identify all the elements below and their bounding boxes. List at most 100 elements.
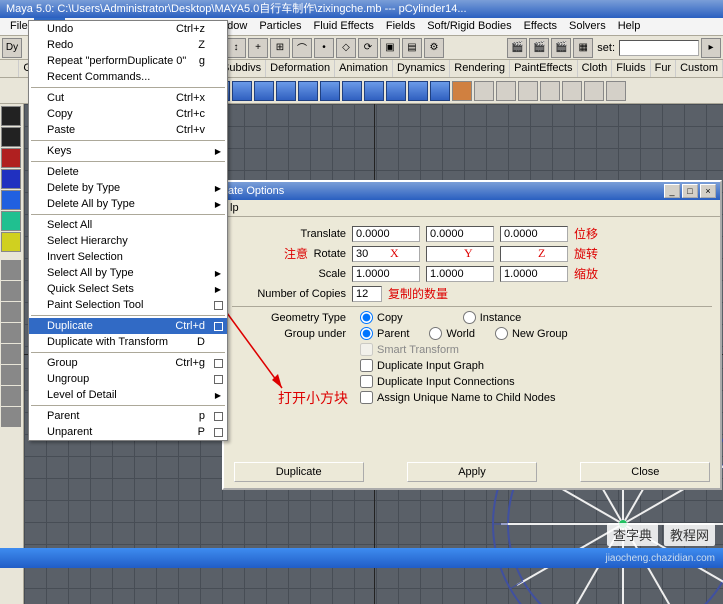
snap-grid-icon[interactable]: ⊞ <box>270 38 290 58</box>
shelf-icon[interactable] <box>408 81 428 101</box>
shelf-icon[interactable] <box>452 81 472 101</box>
option-box-icon[interactable] <box>214 428 223 437</box>
layout-icon[interactable] <box>1 260 21 280</box>
menu-keys[interactable]: Keys▶ <box>29 143 227 159</box>
tool-icon[interactable]: ▸ <box>701 38 721 58</box>
menu-select-all[interactable]: Select All <box>29 217 227 233</box>
menu-invert-selection[interactable]: Invert Selection <box>29 249 227 265</box>
menu-copy[interactable]: CopyCtrl+c <box>29 106 227 122</box>
menu-fluideffects[interactable]: Fluid Effects <box>308 18 380 35</box>
maximize-button[interactable]: □ <box>682 184 698 198</box>
option-box-icon[interactable] <box>214 301 223 310</box>
shelf-icon[interactable] <box>254 81 274 101</box>
option-box-icon[interactable] <box>214 359 223 368</box>
last-tool-icon[interactable] <box>1 232 21 252</box>
groupunder-world-radio[interactable] <box>429 327 442 340</box>
shelf-icon[interactable] <box>606 81 626 101</box>
layer-icon[interactable]: ▦ <box>573 38 593 58</box>
minimize-button[interactable]: _ <box>664 184 680 198</box>
option-box-icon[interactable] <box>214 322 223 331</box>
manip-tool-icon[interactable] <box>1 211 21 231</box>
ipr-icon[interactable]: ▤ <box>402 38 422 58</box>
shelf-icon[interactable] <box>364 81 384 101</box>
menu-duplicate[interactable]: DuplicateCtrl+d <box>29 318 227 334</box>
menu-quick-select-sets[interactable]: Quick Select Sets▶ <box>29 281 227 297</box>
menu-delete-by-type[interactable]: Delete by Type▶ <box>29 180 227 196</box>
rotate-x-input[interactable] <box>352 246 420 262</box>
menu-particles[interactable]: Particles <box>253 18 307 35</box>
menu-lod[interactable]: Level of Detail▶ <box>29 387 227 403</box>
menu-select-hierarchy[interactable]: Select Hierarchy <box>29 233 227 249</box>
snap-point-icon[interactable]: • <box>314 38 334 58</box>
menu-ungroup[interactable]: Ungroup <box>29 371 227 387</box>
menu-undo[interactable]: UndoCtrl+z <box>29 21 227 37</box>
shelf-icon[interactable] <box>474 81 494 101</box>
menu-recent[interactable]: Recent Commands... <box>29 69 227 85</box>
menu-paint-selection[interactable]: Paint Selection Tool <box>29 297 227 313</box>
shelf-tab[interactable]: Rendering <box>450 60 510 77</box>
menu-repeat[interactable]: Repeat "performDuplicate 0"g <box>29 53 227 69</box>
clapboard-icon[interactable]: 🎬 <box>551 38 571 58</box>
clapboard-icon[interactable]: 🎬 <box>529 38 549 58</box>
menu-select-all-by-type[interactable]: Select All by Type▶ <box>29 265 227 281</box>
scale-x-input[interactable] <box>352 266 420 282</box>
menu-group[interactable]: GroupCtrl+g <box>29 355 227 371</box>
menu-redo[interactable]: RedoZ <box>29 37 227 53</box>
tool-icon[interactable]: + <box>248 38 268 58</box>
rotate-z-input[interactable] <box>500 246 568 262</box>
scale-z-input[interactable] <box>500 266 568 282</box>
duplicate-button[interactable]: Duplicate <box>234 462 364 482</box>
option-box-icon[interactable] <box>214 375 223 384</box>
layout-icon[interactable] <box>1 323 21 343</box>
render-icon[interactable]: ▣ <box>380 38 400 58</box>
ncopies-input[interactable] <box>352 286 382 302</box>
shelf-icon[interactable] <box>386 81 406 101</box>
groupunder-newgroup-radio[interactable] <box>495 327 508 340</box>
shelf-icon[interactable] <box>232 81 252 101</box>
layout-icon[interactable] <box>1 281 21 301</box>
layout-icon[interactable] <box>1 386 21 406</box>
lasso-tool-icon[interactable] <box>1 127 21 147</box>
shelf-icon[interactable] <box>496 81 516 101</box>
shelf-icon[interactable] <box>540 81 560 101</box>
translate-y-input[interactable] <box>426 226 494 242</box>
rotate-y-input[interactable] <box>426 246 494 262</box>
dup-input-connections-checkbox[interactable] <box>360 375 373 388</box>
scale-tool-icon[interactable] <box>1 190 21 210</box>
option-box-icon[interactable] <box>214 412 223 421</box>
menu-softrigid[interactable]: Soft/Rigid Bodies <box>421 18 517 35</box>
move-tool-icon[interactable] <box>1 148 21 168</box>
layout-icon[interactable] <box>1 365 21 385</box>
scale-y-input[interactable] <box>426 266 494 282</box>
shelf-tab[interactable]: Cloth <box>578 60 613 77</box>
menu-parent[interactable]: Parentp <box>29 408 227 424</box>
geomtype-copy-radio[interactable] <box>360 311 373 324</box>
menu-solvers[interactable]: Solvers <box>563 18 612 35</box>
close-button[interactable]: × <box>700 184 716 198</box>
mode-dropdown[interactable]: Dy <box>2 38 22 58</box>
shelf-tab[interactable]: PaintEffects <box>510 60 578 77</box>
snap-curve-icon[interactable]: ⌒ <box>292 38 312 58</box>
close-dialog-button[interactable]: Close <box>580 462 710 482</box>
menu-unparent[interactable]: UnparentP <box>29 424 227 440</box>
tool-icon[interactable]: ↕ <box>226 38 246 58</box>
clapboard-icon[interactable]: 🎬 <box>507 38 527 58</box>
menu-cut[interactable]: CutCtrl+x <box>29 90 227 106</box>
shelf-tab[interactable]: Fur <box>651 60 677 77</box>
menu-delete[interactable]: Delete <box>29 164 227 180</box>
shelf-icon[interactable] <box>298 81 318 101</box>
shelf-icon[interactable] <box>342 81 362 101</box>
shelf-tab[interactable]: Custom <box>676 60 723 77</box>
set-input[interactable] <box>619 40 699 56</box>
menu-duplicate-transform[interactable]: Duplicate with TransformD <box>29 334 227 350</box>
menu-delete-all-by-type[interactable]: Delete All by Type▶ <box>29 196 227 212</box>
layout-icon[interactable] <box>1 344 21 364</box>
shelf-tab[interactable]: Animation <box>335 60 393 77</box>
assign-unique-checkbox[interactable] <box>360 391 373 404</box>
select-tool-icon[interactable] <box>1 106 21 126</box>
translate-x-input[interactable] <box>352 226 420 242</box>
geomtype-instance-radio[interactable] <box>463 311 476 324</box>
apply-button[interactable]: Apply <box>407 462 537 482</box>
shelf-icon[interactable] <box>584 81 604 101</box>
history-icon[interactable]: ⟳ <box>358 38 378 58</box>
